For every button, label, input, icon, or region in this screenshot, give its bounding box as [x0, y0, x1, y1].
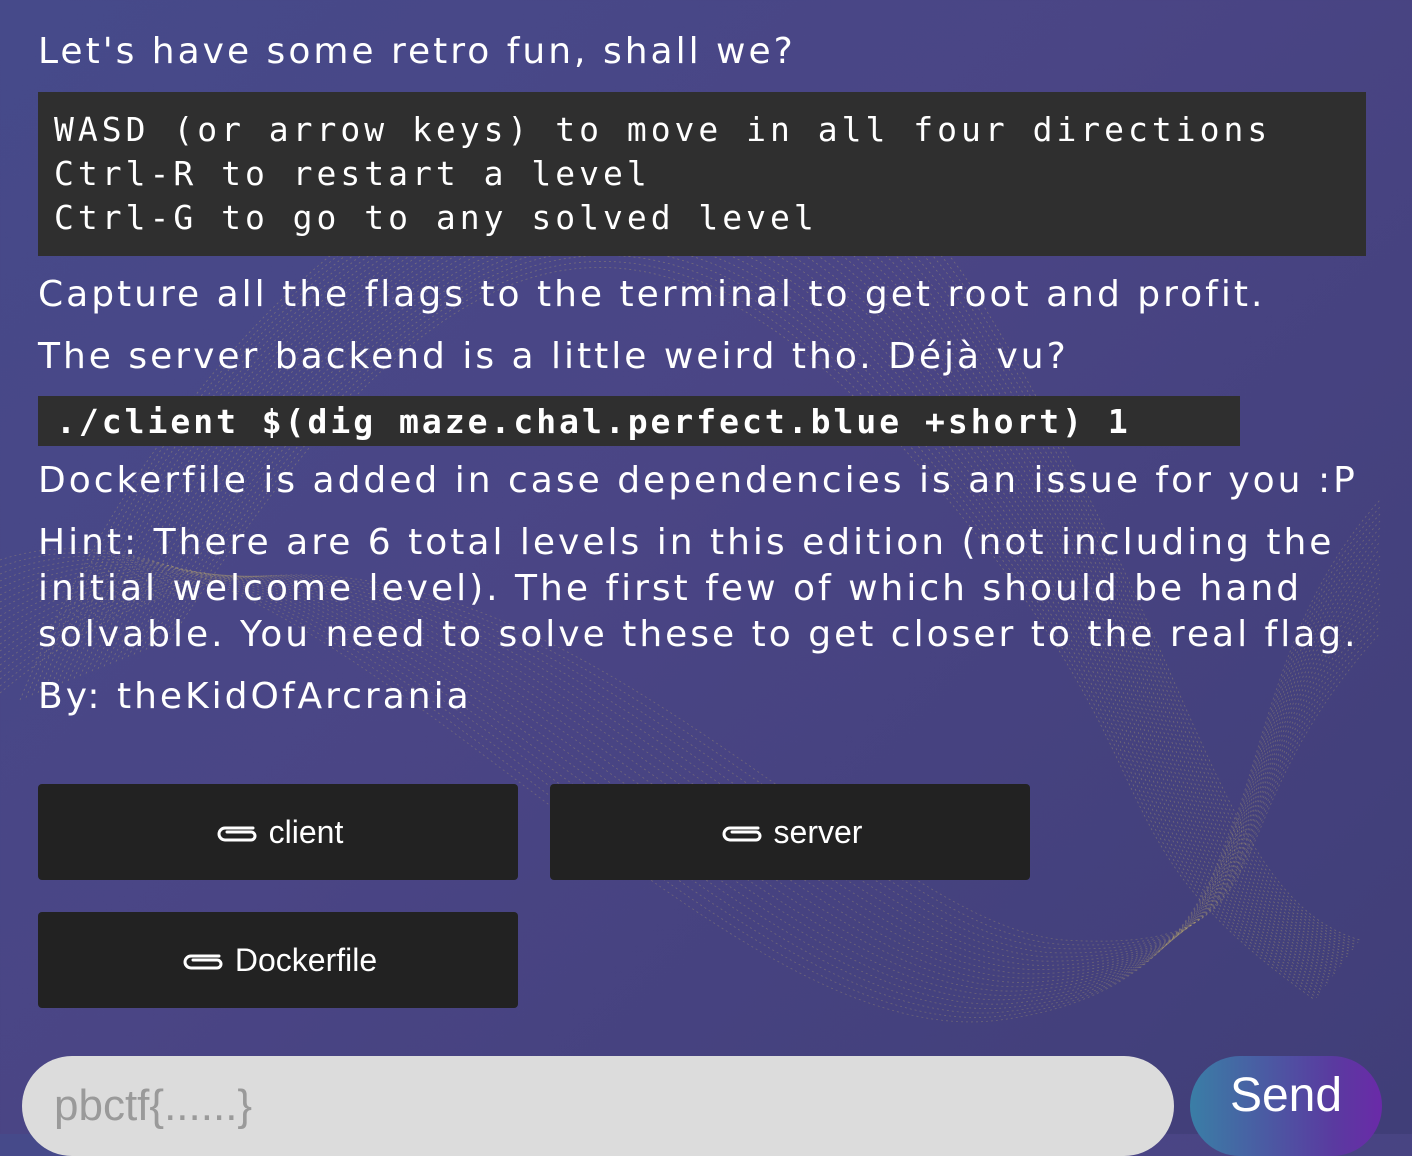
file-label: server [773, 813, 863, 850]
hint-line: Hint: There are 6 total levels in this e… [38, 522, 1335, 563]
dockerfile-note: Dockerfile is added in case dependencies… [38, 460, 1358, 501]
download-client-button[interactable]: client [38, 784, 518, 880]
file-label: Dockerfile [234, 941, 378, 978]
connect-command: ./client $(dig maze.chal.perfect.blue +s… [38, 396, 1240, 446]
download-dockerfile-button[interactable]: Dockerfile [38, 912, 518, 1008]
paperclip-icon [183, 954, 223, 970]
paperclip-icon [217, 826, 257, 842]
hint-line: initial welcome level). The first few of… [38, 568, 1303, 609]
download-server-button[interactable]: server [550, 784, 1030, 880]
author-text: By: theKidOfArcrania [38, 676, 472, 717]
flag-input[interactable] [22, 1056, 1174, 1156]
intro-text: Let's have some retro fun, shall we? [38, 31, 796, 72]
controls-line: Ctrl-R to restart a level [54, 154, 651, 193]
hint-line: solvable. You need to solve these to get… [38, 614, 1359, 655]
controls-code-block: WASD (or arrow keys) to move in all four… [38, 92, 1366, 256]
paperclip-icon [722, 826, 762, 842]
controls-line: Ctrl-G to go to any solved level [54, 198, 818, 237]
send-button[interactable]: Send [1190, 1056, 1382, 1156]
controls-line: WASD (or arrow keys) to move in all four… [54, 110, 1272, 149]
capture-text: Capture all the flags to the terminal to… [38, 274, 1266, 315]
server-text: The server backend is a little weird tho… [38, 336, 1069, 377]
file-label: client [268, 813, 344, 850]
